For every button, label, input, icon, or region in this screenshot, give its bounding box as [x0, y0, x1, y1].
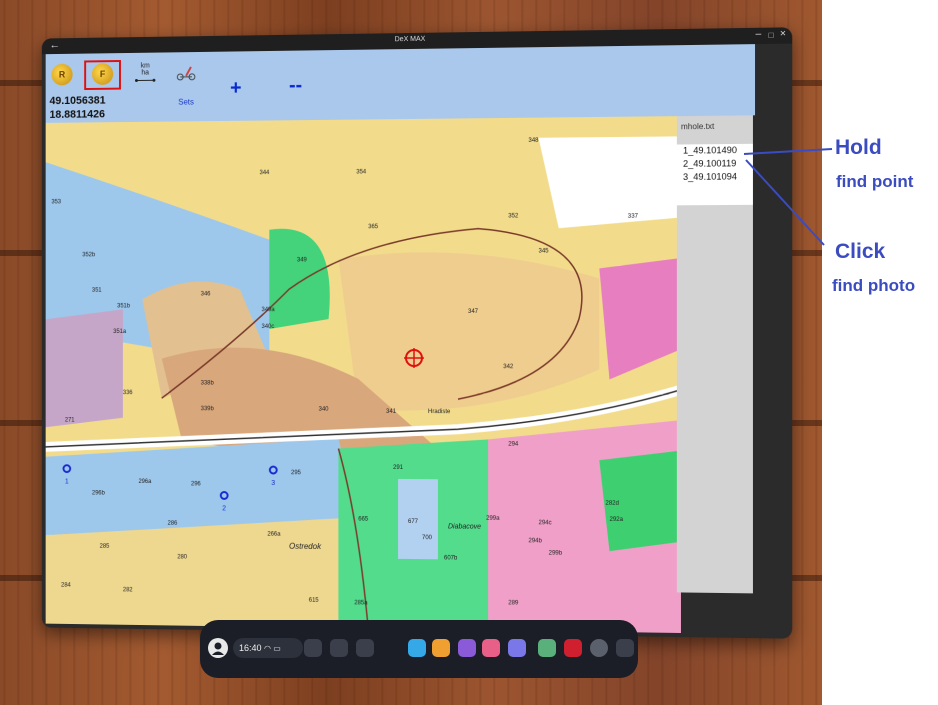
point-circle-icon [268, 465, 278, 475]
app-icon-2[interactable] [432, 639, 450, 657]
annotation-find-photo: find photo [832, 276, 916, 295]
point-marker-1[interactable]: 1 [61, 461, 73, 486]
status-clock[interactable]: 16:40 ◠ ▭ [233, 638, 303, 658]
app-icon-7[interactable] [564, 639, 582, 657]
latitude-readout: 49.1056381 [49, 94, 106, 108]
km-ha-button[interactable]: km ha [135, 62, 156, 86]
location-crosshair-icon [404, 347, 424, 368]
toolbar: R F km ha Sets + -- 49.1056381 18.881142… [45, 44, 756, 123]
annotation-click: Click [835, 240, 886, 263]
point-circle-icon [62, 464, 72, 474]
point-label: 3 [271, 479, 276, 487]
maximize-icon[interactable]: □ [769, 31, 774, 40]
longitude-readout: 18.8811426 [49, 108, 105, 121]
zoom-in-button[interactable]: + [230, 77, 241, 100]
close-icon[interactable]: × [780, 28, 786, 39]
apps-grid-icon[interactable] [616, 639, 634, 657]
annotation-find-point: find point [836, 172, 914, 191]
point-circle-icon [219, 490, 229, 500]
point-label: 2 [222, 505, 227, 513]
clock-time: 16:40 [239, 643, 262, 653]
file-name: mhole.txt [680, 121, 715, 132]
r-button[interactable]: R [51, 63, 73, 86]
minimize-icon[interactable]: – [755, 29, 761, 40]
taskbar: 16:40 ◠ ▭ [200, 620, 638, 678]
point-marker-2[interactable]: 2 [218, 488, 230, 513]
measure-icon [135, 76, 156, 84]
app-icon-5[interactable] [508, 639, 526, 657]
app-icon-1[interactable] [408, 639, 426, 657]
annotation-arrows [743, 148, 833, 246]
app-icon-4[interactable] [482, 639, 500, 657]
zoom-out-button[interactable]: -- [289, 74, 302, 97]
app-window: ← DeX MAX – □ × R F km ha Sets + -- 49.1… [41, 27, 793, 639]
sets-icon[interactable] [175, 64, 196, 82]
screen-icon[interactable] [356, 639, 374, 657]
app-icon-8[interactable] [590, 639, 608, 657]
forest-map[interactable]: 354 344 365 352 348 337 353 352b 351 351… [45, 116, 681, 634]
sets-label: Sets [178, 97, 194, 107]
r-button-label: R [58, 69, 66, 80]
chat-icon[interactable] [330, 639, 348, 657]
notification-icon[interactable] [304, 639, 322, 657]
app-icon-6[interactable] [538, 639, 556, 657]
point-marker-3[interactable]: 3 [267, 462, 279, 487]
wifi-battery-icon: ◠ ▭ [264, 644, 281, 653]
app-icon-3[interactable] [458, 639, 476, 657]
account-icon[interactable] [208, 638, 228, 658]
point-label: 1 [64, 478, 69, 486]
f-button-label: F [99, 69, 106, 79]
map-canvas [45, 116, 681, 634]
annotation-hold: Hold [835, 136, 882, 159]
